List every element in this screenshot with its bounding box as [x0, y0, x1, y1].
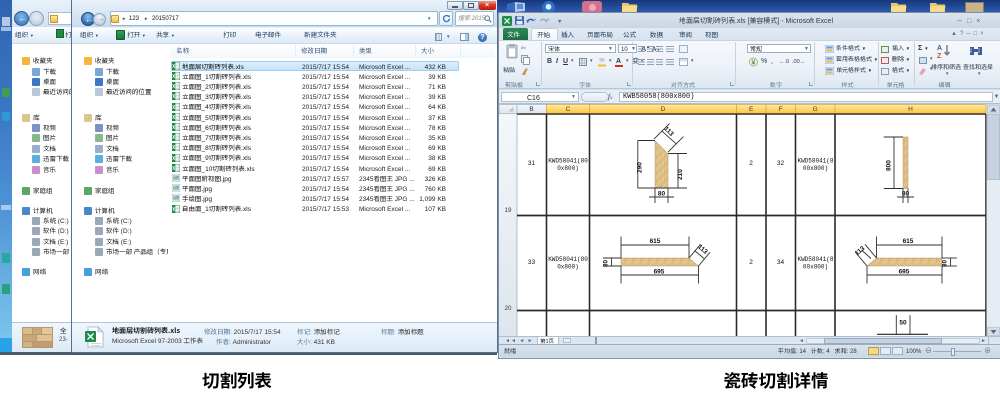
svg-text:50: 50 [899, 319, 907, 326]
svg-text:KWD58041(80: KWD58041(80 [548, 256, 588, 263]
svg-text:695: 695 [899, 268, 910, 275]
svg-text:80: 80 [902, 190, 910, 197]
svg-text:19: 19 [505, 207, 512, 214]
svg-text:34: 34 [777, 259, 785, 266]
svg-text:800: 800 [886, 159, 893, 170]
svg-text:0x800): 0x800) [557, 165, 579, 172]
svg-text:615: 615 [650, 238, 661, 245]
svg-text:290: 290 [637, 161, 644, 172]
svg-text:80: 80 [658, 190, 666, 197]
svg-text:Z: Z [937, 53, 942, 59]
svg-text:F: F [779, 106, 783, 113]
svg-text:32: 32 [777, 160, 785, 167]
svg-text:KWD58041(8: KWD58041(8 [797, 256, 833, 263]
svg-text:H: H [908, 106, 913, 113]
svg-text:2: 2 [749, 259, 753, 266]
svg-text:00x800): 00x800) [803, 263, 828, 270]
svg-text:31: 31 [528, 160, 536, 167]
svg-text:B: B [529, 106, 533, 113]
svg-text:¥: ¥ [752, 60, 756, 67]
svg-text:695: 695 [654, 268, 665, 275]
svg-text:KWD58041(8: KWD58041(8 [797, 157, 833, 164]
svg-text:A: A [937, 45, 942, 52]
svg-text:2: 2 [749, 160, 753, 167]
svg-text:615: 615 [903, 238, 914, 245]
svg-text:80: 80 [942, 259, 949, 266]
svg-text:C: C [566, 106, 571, 113]
svg-text:E: E [749, 106, 754, 113]
svg-text:33: 33 [528, 259, 536, 266]
svg-text:D: D [661, 106, 666, 113]
svg-text:G: G [813, 106, 818, 113]
svg-text:0x800): 0x800) [557, 263, 579, 270]
svg-text:KWD58041(80: KWD58041(80 [548, 157, 588, 164]
svg-text:80: 80 [603, 259, 610, 266]
svg-text:00x800): 00x800) [803, 165, 828, 172]
svg-text:20: 20 [505, 305, 512, 312]
svg-text:210: 210 [677, 168, 684, 179]
